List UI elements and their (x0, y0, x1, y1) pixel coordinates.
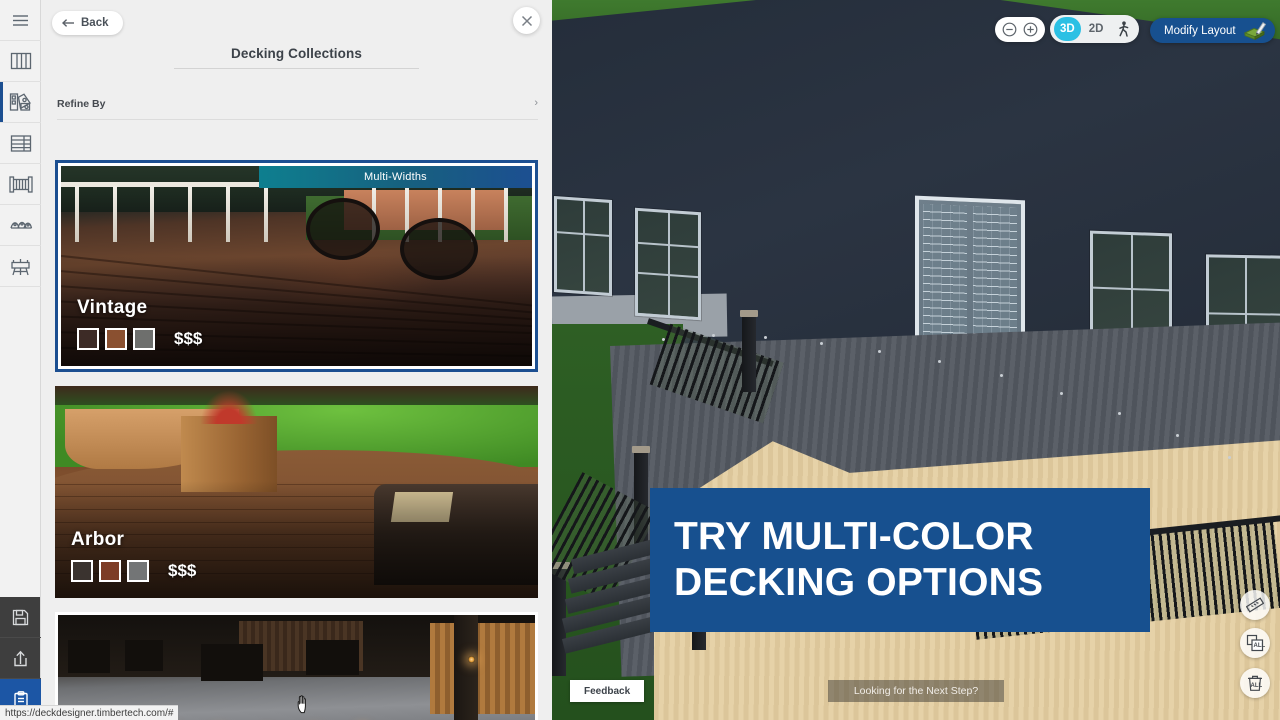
zoom-controls (995, 17, 1045, 42)
color-swatch[interactable] (99, 560, 121, 582)
color-swatch-group (71, 560, 149, 582)
save-button[interactable] (0, 597, 41, 638)
hamburger-menu-icon (12, 14, 29, 27)
card-meta: $$$ (77, 328, 202, 350)
sidebar-item-railing[interactable] (0, 164, 41, 205)
back-button-label: Back (81, 17, 109, 29)
rail-spacer (0, 287, 40, 597)
trash-all-icon: ALL (1246, 674, 1264, 692)
copy-all-button[interactable]: ALL (1240, 628, 1270, 658)
railing-icon (8, 175, 33, 194)
decking-collections-panel: Back Decking Collections Refine By › Mul… (41, 0, 552, 720)
color-swatch[interactable] (133, 328, 155, 350)
zoom-out-button[interactable] (1001, 21, 1018, 38)
layout-edit-icon (1243, 20, 1267, 42)
card-image-arbor: Arbor $$$ (55, 386, 538, 598)
collection-card-list: Multi-Widths Vintage $$$ Arbor $$$ (41, 160, 552, 720)
sidebar-item-colors[interactable] (0, 82, 41, 123)
ruler-icon (1246, 596, 1264, 614)
decking-boards-icon (10, 51, 32, 71)
collection-card-arbor[interactable]: Arbor $$$ (55, 386, 538, 598)
promo-banner-line1: TRY MULTI-COLOR (674, 514, 1034, 558)
title-divider (174, 68, 419, 69)
deck-designer-app: Back Decking Collections Refine By › Mul… (0, 0, 1280, 720)
zoom-in-button[interactable] (1022, 21, 1039, 38)
card-title: Vintage (77, 297, 148, 318)
share-icon (12, 650, 29, 667)
color-swatch-icon (9, 92, 32, 113)
sidebar-item-outdoor-kitchen[interactable] (0, 246, 41, 287)
refine-by-row[interactable]: Refine By › (57, 98, 538, 120)
railing-post-cap (632, 446, 650, 453)
deck-pattern-icon (10, 134, 32, 153)
back-button[interactable]: Back (52, 11, 123, 35)
color-swatch[interactable] (105, 328, 127, 350)
color-swatch-group (77, 328, 155, 350)
chevron-right-icon: › (534, 97, 538, 109)
3d-viewport[interactable]: 3D 2D Modify Layout Feedback Looking for… (552, 0, 1280, 720)
status-url: https://deckdesigner.timbertech.com/# (5, 707, 174, 719)
refine-by-label: Refine By (57, 98, 106, 110)
measure-tool-button[interactable] (1240, 590, 1270, 620)
browser-status-bar: https://deckdesigner.timbertech.com/# (0, 705, 179, 720)
next-step-prompt[interactable]: Looking for the Next Step? (828, 680, 1004, 702)
color-swatch[interactable] (77, 328, 99, 350)
house-window (554, 195, 612, 297)
price-tier: $$$ (174, 329, 203, 348)
collection-card-vintage[interactable]: Multi-Widths Vintage $$$ (55, 160, 538, 372)
sidebar-item-pergola[interactable] (0, 205, 41, 246)
left-icon-rail (0, 0, 41, 720)
rail-bottom-group (0, 597, 41, 720)
multi-widths-badge: Multi-Widths (258, 166, 532, 188)
close-icon (521, 15, 533, 27)
walk-person-icon (1117, 21, 1130, 37)
feedback-button[interactable]: Feedback (570, 680, 645, 702)
card-meta: $$$ (71, 560, 196, 582)
house-window (635, 207, 701, 321)
railing-post[interactable] (742, 314, 756, 392)
sidebar-item-decking[interactable] (0, 41, 41, 82)
copy-all-icon: ALL (1246, 634, 1266, 652)
walk-mode-button[interactable] (1111, 17, 1135, 41)
view-3d-button[interactable]: 3D (1054, 17, 1081, 41)
railing-post-cap (740, 310, 758, 317)
view-mode-toggle: 3D 2D (1050, 15, 1140, 43)
outdoor-kitchen-icon (9, 256, 32, 277)
modify-layout-button[interactable]: Modify Layout (1150, 18, 1275, 43)
modify-layout-label: Modify Layout (1164, 24, 1236, 37)
color-swatch[interactable] (127, 560, 149, 582)
close-panel-button[interactable] (513, 7, 540, 34)
save-icon (12, 609, 29, 626)
price-tier: $$$ (168, 561, 197, 580)
card-image-vintage: Multi-Widths Vintage $$$ (61, 166, 532, 366)
delete-all-button[interactable]: ALL (1240, 668, 1270, 698)
sidebar-item-pattern[interactable] (0, 123, 41, 164)
next-step-label: Looking for the Next Step? (853, 685, 979, 697)
arrow-left-icon (62, 18, 75, 28)
collection-card-partial[interactable] (55, 612, 538, 720)
pergola-icon (9, 217, 33, 234)
color-swatch[interactable] (71, 560, 93, 582)
promo-banner-line2: DECKING OPTIONS (674, 561, 1044, 604)
hamburger-menu-button[interactable] (0, 0, 41, 41)
view-2d-button[interactable]: 2D (1083, 17, 1110, 41)
card-title: Arbor (71, 529, 125, 550)
panel-header: Back Decking Collections Refine By › (41, 0, 552, 160)
feedback-label: Feedback (584, 685, 631, 697)
share-button[interactable] (0, 638, 41, 679)
copy-all-badge: ALL (1253, 643, 1266, 649)
page-title: Decking Collections (231, 46, 362, 61)
delete-all-badge: ALL (1250, 682, 1263, 689)
promo-banner: TRY MULTI-COLOR DECKING OPTIONS (650, 488, 1150, 632)
